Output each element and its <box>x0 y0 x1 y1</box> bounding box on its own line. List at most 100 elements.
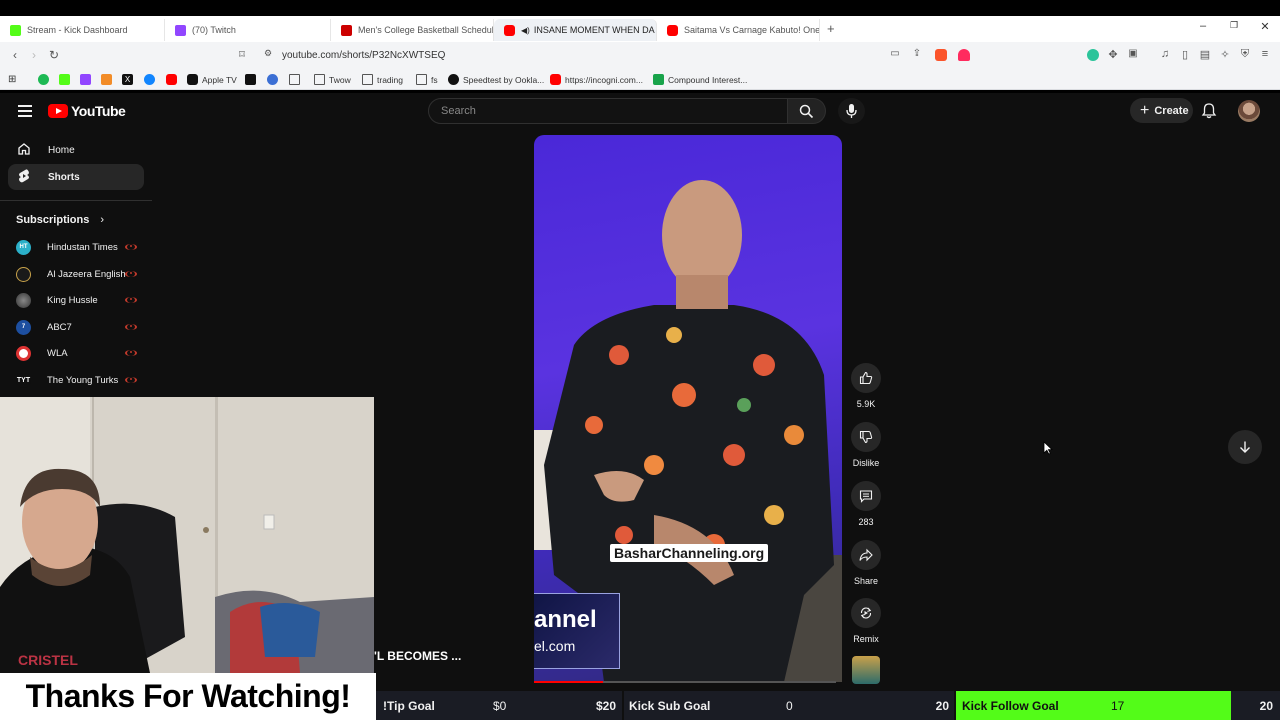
dislike-button[interactable]: Dislike <box>846 422 886 468</box>
speedtest-icon <box>448 74 459 85</box>
remix-button[interactable]: Remix <box>846 598 886 644</box>
folder-icon <box>314 74 325 85</box>
site-info-icon[interactable]: ⚙ <box>261 48 275 59</box>
video-progress-bar[interactable] <box>534 681 836 683</box>
tab-twitch[interactable]: (70) Twitch <box>165 19 331 41</box>
subscription-item[interactable]: Al Jazeera English <box>16 264 137 284</box>
share-button[interactable]: Share <box>846 540 886 586</box>
channel-name: The Young Turks <box>47 374 119 386</box>
webcam-overlay: CRISTEL <box>0 397 374 673</box>
bookmark-favicon[interactable] <box>267 73 282 86</box>
subscription-item[interactable]: WLA <box>16 343 137 363</box>
address-bar: ‹ › ↻ ⌑ ⚙ youtube.com/shorts/P32NcXWTSEQ… <box>0 42 1280 69</box>
brave-rewards-icon[interactable] <box>958 49 970 61</box>
cast-icon[interactable]: ▭ <box>888 48 902 59</box>
extension-icon[interactable] <box>1087 49 1099 61</box>
video-banner-overlay: annel el.com <box>534 593 620 669</box>
bookmark-speedtest[interactable]: Speedtest by Ookla... <box>448 73 544 86</box>
vpn-icon[interactable]: ⛨ <box>1238 48 1252 61</box>
voice-search-button[interactable] <box>838 98 865 124</box>
short-title[interactable]: 'L BECOMES ... <box>374 649 461 663</box>
short-video-player[interactable]: BasharChanneling.org annel el.com <box>534 135 842 682</box>
subscriptions-header[interactable]: Subscriptions › <box>16 214 104 226</box>
sound-thumbnail[interactable] <box>852 656 880 684</box>
bookmark-folder-trading[interactable]: trading <box>362 73 403 86</box>
subscription-item[interactable]: TYT The Young Turks <box>16 370 137 390</box>
bluesky-icon[interactable] <box>144 73 159 86</box>
tab-kick-dashboard[interactable]: Stream - Kick Dashboard <box>0 19 165 41</box>
menu-icon[interactable]: ≡ <box>1258 48 1272 60</box>
bookmark-favicon[interactable] <box>38 73 53 86</box>
close-window-icon[interactable]: ✕ <box>1257 20 1273 33</box>
search-input[interactable]: Search <box>428 98 788 124</box>
espn-icon <box>341 24 352 36</box>
youtube-icon <box>667 24 678 36</box>
channel-name: King Hussle <box>47 294 98 306</box>
guide-menu-button[interactable] <box>16 103 34 119</box>
search-icon <box>799 104 814 119</box>
search-button[interactable] <box>788 98 826 124</box>
bookmark-label: fs <box>431 74 438 85</box>
new-tab-button[interactable]: + <box>827 21 835 36</box>
tab-bar: Stream - Kick Dashboard (70) Twitch Men'… <box>0 16 1280 42</box>
apps-icon[interactable]: ⊞ <box>8 73 16 86</box>
reload-icon[interactable]: ↻ <box>47 48 61 62</box>
extensions-icon[interactable]: ✥ <box>1106 48 1120 61</box>
subscription-item[interactable]: 7 ABC7 <box>16 317 137 337</box>
tab-espn-schedule[interactable]: Men's College Basketball Schedule - <box>331 19 494 41</box>
media-icon[interactable]: ♫ <box>1158 48 1172 60</box>
bookmark-favicon[interactable] <box>245 73 260 86</box>
bookmark-incogni[interactable]: https://incogni.com... <box>550 73 643 86</box>
bookmark-favicon[interactable] <box>59 73 74 86</box>
channel-avatar: HT <box>16 239 31 255</box>
notifications-button[interactable] <box>1201 102 1217 124</box>
video-progress-fill <box>534 681 604 683</box>
bookmark-apple-tv[interactable]: Apple TV <box>187 73 237 86</box>
share-label: Share <box>853 576 879 586</box>
bookmark-compound-interest[interactable]: Compound Interest... <box>653 73 747 86</box>
remix-label: Remix <box>853 634 879 644</box>
sidebar-item-home[interactable]: Home <box>8 137 144 163</box>
comments-button[interactable]: 283 <box>846 481 886 527</box>
tab-title: Men's College Basketball Schedule - <box>358 25 494 35</box>
leo-ai-icon[interactable]: ✧ <box>1218 48 1232 61</box>
folder-icon <box>362 74 373 85</box>
restore-icon[interactable]: ❐ <box>1226 20 1242 31</box>
back-icon[interactable]: ‹ <box>8 48 22 62</box>
bookmark-folder-twow[interactable]: Twow <box>314 73 351 86</box>
url-field[interactable]: youtube.com/shorts/P32NcXWTSEQ <box>282 50 445 61</box>
brave-shield-icon[interactable] <box>935 49 947 61</box>
channel-avatar <box>16 292 31 308</box>
sidebar-toggle-icon[interactable]: ▯ <box>1178 48 1192 61</box>
goal-current: 17 <box>1111 698 1125 713</box>
subscription-item[interactable]: King Hussle <box>16 290 137 310</box>
youtube-icon[interactable] <box>166 73 181 86</box>
subscription-item[interactable]: HT Hindustan Times <box>16 237 137 257</box>
account-avatar[interactable] <box>1238 100 1260 122</box>
bookmark-favicon[interactable] <box>101 73 116 86</box>
tab-title: Saitama Vs Carnage Kabuto! One Pu <box>684 25 820 35</box>
tab-youtube-saitama[interactable]: Saitama Vs Carnage Kabuto! One Pu <box>657 19 820 41</box>
minimize-icon[interactable]: – <box>1195 20 1211 32</box>
like-button[interactable]: 5.9K <box>846 363 886 409</box>
tab-youtube-active[interactable]: ◀) INSANE MOMENT WHEN DA ✕ <box>494 19 657 41</box>
wallet-icon[interactable]: ▤ <box>1198 48 1212 61</box>
screenshot-icon[interactable]: ▣ <box>1126 48 1140 59</box>
sidebar-item-shorts[interactable]: Shorts <box>8 164 144 190</box>
bookmark-icon[interactable]: ⌑ <box>235 48 249 61</box>
youtube-logo[interactable]: YouTube <box>48 103 126 119</box>
share-icon <box>851 540 881 570</box>
bookmark-folder-fs[interactable]: fs <box>416 73 438 86</box>
live-icon <box>125 324 137 330</box>
create-button[interactable]: + Create <box>1130 98 1193 123</box>
share-page-icon[interactable]: ⇪ <box>910 48 924 59</box>
plus-icon: + <box>1140 101 1150 119</box>
x-icon[interactable]: X <box>122 73 137 86</box>
bookmark-label: Speedtest by Ookla... <box>463 74 545 85</box>
next-short-button[interactable] <box>1228 430 1262 464</box>
goal-label: !Tip Goal <box>383 698 435 713</box>
channel-avatar: 7 <box>16 319 31 335</box>
bookmark-favicon[interactable] <box>80 73 95 86</box>
forward-icon[interactable]: › <box>27 48 41 62</box>
folder-icon[interactable] <box>289 73 304 86</box>
